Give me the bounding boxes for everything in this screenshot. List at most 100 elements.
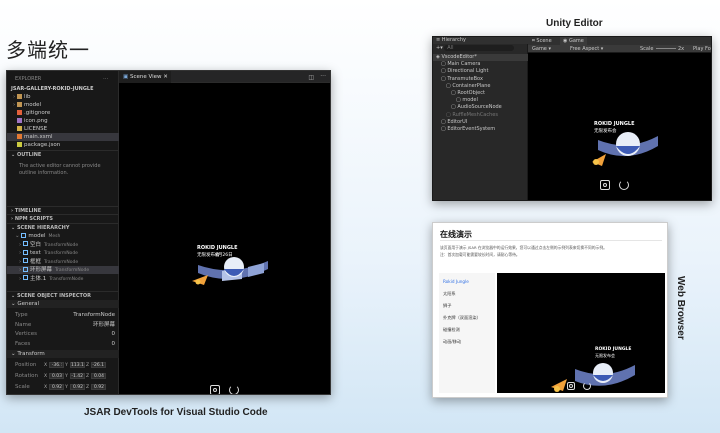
image-icon bbox=[17, 117, 22, 123]
menu-item[interactable]: 扑克牌（双面渲染） bbox=[443, 315, 481, 321]
npm-scripts-section[interactable]: › NPM SCRIPTS bbox=[7, 214, 119, 222]
scene-view-canvas[interactable]: ROKID JUNGLE 无限发布会 8月26日 bbox=[119, 83, 330, 394]
hierarchy-item[interactable]: ▢ ContainerPlane bbox=[433, 83, 528, 90]
z-field[interactable]: 0.92 bbox=[91, 384, 106, 390]
menu-item[interactable]: 太阳系 bbox=[443, 291, 456, 297]
menu-item[interactable]: 狮子 bbox=[443, 303, 451, 309]
hierarchy-type: TransformNode bbox=[54, 268, 90, 273]
file-name: model bbox=[23, 102, 42, 108]
more-actions-icon[interactable]: ··· bbox=[103, 75, 117, 83]
hierarchy-item[interactable]: ▢ Directional Light bbox=[433, 68, 528, 75]
aspect-select[interactable]: Free Aspect ▾ bbox=[570, 46, 603, 52]
file-item[interactable]: icon.png bbox=[7, 117, 119, 125]
hierarchy-toolbar: +▾ All bbox=[433, 45, 528, 52]
scene-hierarchy-section[interactable]: ⌄ SCENE HIERARCHY bbox=[7, 223, 119, 231]
unity-hierarchy-panel: ≡ Hierarchy +▾ All ◈ VscodeEditor* ▢ Main… bbox=[433, 37, 528, 200]
property-row: Type TransformNode bbox=[7, 311, 119, 319]
hierarchy-name: Main Camera bbox=[447, 61, 481, 68]
hierarchy-name: RootObject bbox=[457, 90, 485, 96]
screenshot-icon[interactable] bbox=[600, 180, 610, 190]
hierarchy-item[interactable]: ▢ Main Camera bbox=[433, 61, 528, 68]
property-row: Name 环形屏幕 bbox=[7, 321, 119, 329]
transform-row: Rotation X 0.03 Y -1.42 Z 0.04 bbox=[7, 372, 119, 381]
file-name: lib bbox=[23, 94, 31, 100]
file-item[interactable]: main.xsml bbox=[7, 133, 119, 141]
x-field[interactable]: 0.92 bbox=[49, 384, 64, 390]
unity-game-view[interactable]: ROKID JUNGLE 无限发布会 bbox=[528, 53, 711, 200]
reset-icon[interactable] bbox=[619, 180, 629, 190]
hierarchy-name: 环形屏幕 bbox=[29, 267, 52, 273]
more-actions-icon[interactable]: ··· bbox=[320, 73, 326, 80]
hierarchy-search-input[interactable]: All bbox=[444, 45, 515, 51]
file-item[interactable]: LICENSE bbox=[7, 125, 119, 133]
folder-icon bbox=[16, 101, 22, 107]
demo-canvas[interactable]: ROKID JUNGLE 无限发布会 bbox=[497, 273, 665, 393]
hierarchy-name: 主体.1 bbox=[29, 275, 47, 282]
file-name: icon.png bbox=[24, 118, 48, 124]
y-field[interactable]: -1.42 bbox=[70, 373, 85, 379]
hierarchy-item[interactable]: ▢ AudioSourceNode bbox=[433, 104, 528, 111]
general-group[interactable]: ⌄ General bbox=[7, 300, 119, 308]
z-field[interactable]: -26.1 bbox=[91, 362, 106, 368]
hierarchy-item[interactable]: › 空白 TransformNode bbox=[7, 241, 119, 249]
hierarchy-item[interactable]: ▢ RootObject bbox=[433, 90, 528, 97]
hierarchy-type: TransformNode bbox=[49, 276, 84, 282]
hierarchy-item[interactable]: › 主体.1 TransformNode bbox=[7, 275, 119, 283]
split-editor-icon[interactable]: ◫ bbox=[308, 74, 314, 81]
hierarchy-item[interactable]: ▢ TransmuteBox bbox=[433, 76, 528, 83]
screenshot-icon[interactable] bbox=[210, 385, 220, 394]
project-title[interactable]: JSAR-GALLERY-ROKID-JUNGLE bbox=[7, 85, 119, 93]
tab-hierarchy[interactable]: ≡ Hierarchy bbox=[433, 37, 528, 44]
hierarchy-item[interactable]: › text TransformNode bbox=[7, 249, 119, 257]
timeline-section[interactable]: › TIMELINE bbox=[7, 206, 119, 214]
file-item[interactable]: package.json bbox=[7, 141, 119, 149]
z-field[interactable]: 0.04 bbox=[91, 373, 106, 379]
add-icon[interactable]: +▾ bbox=[436, 45, 444, 51]
scene-sub: 无限发布会 bbox=[594, 129, 617, 134]
tab-scene[interactable]: ⌗ Scene bbox=[532, 38, 552, 44]
reset-icon[interactable] bbox=[583, 382, 591, 390]
hierarchy-item[interactable]: › 环形屏幕 TransformNode bbox=[7, 266, 119, 274]
file-item[interactable]: .gitignore bbox=[7, 109, 119, 117]
hierarchy-item[interactable]: ⌄ model Mesh bbox=[7, 232, 119, 240]
hierarchy-name: 框框 bbox=[29, 258, 41, 265]
hierarchy-item[interactable]: ◈ VscodeEditor* bbox=[433, 54, 528, 61]
file-name: LICENSE bbox=[24, 126, 48, 132]
scene-brand: ROKID JUNGLE bbox=[594, 121, 635, 127]
y-field[interactable]: 0.92 bbox=[70, 384, 85, 390]
menu-item[interactable]: Rokid Jungle bbox=[443, 279, 469, 284]
inspector-section[interactable]: ⌄ SCENE OBJECT INSPECTOR bbox=[7, 291, 119, 299]
file-item[interactable]: › model bbox=[7, 101, 119, 109]
hierarchy-item[interactable]: › 框框 TransformNode bbox=[7, 258, 119, 266]
hierarchy-item[interactable]: ▢ EditorUI bbox=[433, 119, 528, 126]
hierarchy-item[interactable]: ▢ RuffleMeshCaches bbox=[433, 112, 528, 119]
npm-title: NPM SCRIPTS bbox=[14, 216, 54, 222]
x-field[interactable]: 0.03 bbox=[49, 373, 64, 379]
file-name: main.xsml bbox=[24, 134, 53, 140]
screenshot-icon[interactable] bbox=[567, 382, 575, 390]
file-name: .gitignore bbox=[24, 110, 51, 116]
menu-item[interactable]: 动画/移动 bbox=[443, 339, 461, 345]
z-axis-label: Z bbox=[85, 363, 90, 368]
y-field[interactable]: 113.1 bbox=[70, 362, 85, 368]
file-item[interactable]: › lib bbox=[7, 93, 119, 101]
tab-scene-view[interactable]: ▣ Scene View ✕ bbox=[119, 71, 171, 83]
outline-section[interactable]: ⌄ OUTLINE bbox=[7, 150, 119, 158]
scene-model bbox=[592, 132, 658, 166]
scene-tag: 8月26日 bbox=[215, 253, 233, 258]
scene-model bbox=[192, 257, 268, 285]
scene-brand: ROKID JUNGLE bbox=[595, 347, 632, 352]
tab-game[interactable]: ◉ Game bbox=[560, 37, 587, 45]
transform-key: Position bbox=[15, 362, 37, 368]
general-label: General bbox=[17, 301, 40, 307]
play-focused-select[interactable]: Play Fo bbox=[693, 46, 711, 52]
menu-item[interactable]: 碰撞检测 bbox=[443, 327, 460, 333]
hierarchy-item[interactable]: ▢ model bbox=[433, 97, 528, 104]
x-field[interactable]: -36.: bbox=[49, 362, 64, 368]
scale-slider[interactable] bbox=[656, 48, 676, 49]
close-icon[interactable]: ✕ bbox=[162, 74, 168, 80]
reset-icon[interactable] bbox=[229, 385, 239, 394]
display-select[interactable]: Game ▾ bbox=[532, 46, 551, 52]
hierarchy-item[interactable]: ▢ EditorEventSystem bbox=[433, 126, 528, 133]
transform-group[interactable]: ⌄ Transform bbox=[7, 350, 119, 358]
